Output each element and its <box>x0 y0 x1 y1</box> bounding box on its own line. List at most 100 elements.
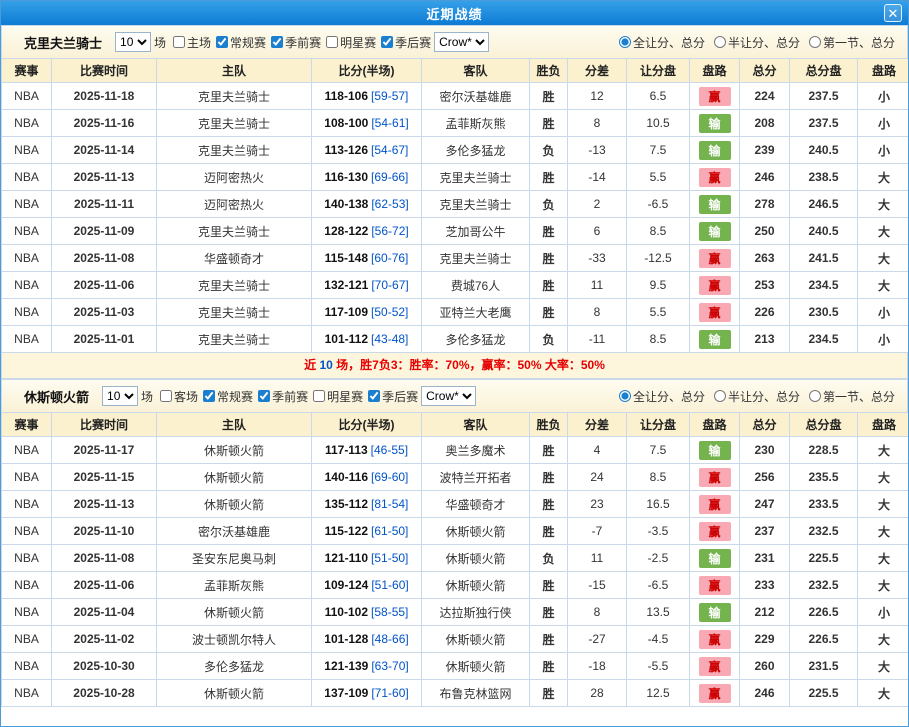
column-header: 让分盘 <box>627 413 690 437</box>
checkbox-input[interactable] <box>258 390 270 402</box>
cell-total-line: 246.5 <box>790 191 858 218</box>
radio-input[interactable] <box>809 36 821 48</box>
checkbox-input[interactable] <box>271 36 283 48</box>
cell-date: 2025-11-15 <box>52 464 157 491</box>
cell-away-team: 克里夫兰骑士 <box>422 164 530 191</box>
cell-result: 胜 <box>530 653 568 680</box>
filter-checkboxes: 客场 常规赛 季前赛 明星赛 季后赛 <box>155 388 418 405</box>
checkbox-label: 常规赛 <box>217 388 253 405</box>
game-row: NBA 2025-11-14 克里夫兰骑士 113-126[54-67] 多伦多… <box>2 137 909 164</box>
radio-label: 第一节、总分 <box>823 388 895 405</box>
checkbox-input[interactable] <box>381 36 393 48</box>
game-row: NBA 2025-11-16 克里夫兰骑士 108-100[54-61] 孟菲斯… <box>2 110 909 137</box>
cell-score: 117-109[50-52] <box>312 299 422 326</box>
cell-over-under: 小 <box>858 299 909 326</box>
filter-radios: 全让分、总分 半让分、总分 第一节、总分 <box>619 34 895 51</box>
filter-checkbox[interactable]: 季后赛 <box>381 34 431 51</box>
cell-total-points: 263 <box>740 245 790 272</box>
cell-result: 负 <box>530 326 568 353</box>
filter-radio[interactable]: 半让分、总分 <box>714 388 800 405</box>
checkbox-input[interactable] <box>203 390 215 402</box>
cell-handicap-line: 9.5 <box>627 272 690 299</box>
cell-away-team: 休斯顿火箭 <box>422 545 530 572</box>
filter-radio[interactable]: 第一节、总分 <box>809 34 895 51</box>
cell-handicap-line: 8.5 <box>627 464 690 491</box>
checkbox-input[interactable] <box>173 36 185 48</box>
checkbox-input[interactable] <box>326 36 338 48</box>
score-text: 118-106 <box>325 89 368 103</box>
score-text: 121-139 <box>324 659 368 673</box>
handicap-result-badge: 输 <box>699 549 731 568</box>
radio-input[interactable] <box>809 390 821 402</box>
cell-over-under: 小 <box>858 110 909 137</box>
filter-checkbox[interactable]: 明星赛 <box>313 388 363 405</box>
column-header: 比分(半场) <box>312 59 422 83</box>
filter-checkbox[interactable]: 季后赛 <box>368 388 418 405</box>
radio-input[interactable] <box>619 390 631 402</box>
cell-point-diff: -7 <box>568 518 627 545</box>
cell-handicap-result: 赢 <box>690 518 740 545</box>
odds-company-select[interactable]: Crow* <box>434 32 489 52</box>
radio-input[interactable] <box>714 36 726 48</box>
cell-date: 2025-11-11 <box>52 191 157 218</box>
cell-away-team: 克里夫兰骑士 <box>422 245 530 272</box>
cell-total-points: 256 <box>740 464 790 491</box>
filter-checkbox[interactable]: 客场 <box>160 388 198 405</box>
games-count-select[interactable]: 10 <box>102 386 138 406</box>
cell-away-team: 费城76人 <box>422 272 530 299</box>
cell-over-under: 大 <box>858 572 909 599</box>
cell-home-team: 休斯顿火箭 <box>157 464 312 491</box>
cell-away-team: 亚特兰大老鹰 <box>422 299 530 326</box>
close-icon[interactable]: ✕ <box>884 4 902 22</box>
column-header: 盘路 <box>690 413 740 437</box>
filter-checkbox[interactable]: 主场 <box>173 34 211 51</box>
filter-radio[interactable]: 半让分、总分 <box>714 34 800 51</box>
cell-handicap-result: 输 <box>690 218 740 245</box>
radio-input[interactable] <box>619 36 631 48</box>
filter-checkbox[interactable]: 季前赛 <box>258 388 308 405</box>
filter-checkbox[interactable]: 明星赛 <box>326 34 376 51</box>
filter-radio[interactable]: 全让分、总分 <box>619 388 705 405</box>
cell-total-line: 226.5 <box>790 626 858 653</box>
cell-point-diff: 11 <box>568 545 627 572</box>
score-text: 128-122 <box>324 224 368 238</box>
games-count-select[interactable]: 10 <box>115 32 151 52</box>
cell-score: 117-113[46-55] <box>312 437 422 464</box>
cell-league: NBA <box>2 326 52 353</box>
cell-league: NBA <box>2 110 52 137</box>
half-score-text: [69-60] <box>371 470 408 484</box>
cell-result: 胜 <box>530 218 568 245</box>
filter-radio[interactable]: 第一节、总分 <box>809 388 895 405</box>
checkbox-input[interactable] <box>313 390 325 402</box>
cell-score: 116-130[69-66] <box>312 164 422 191</box>
cell-over-under: 大 <box>858 491 909 518</box>
odds-company-select[interactable]: Crow* <box>421 386 476 406</box>
handicap-result-badge: 赢 <box>699 495 731 514</box>
checkbox-input[interactable] <box>368 390 380 402</box>
cell-handicap-line: -5.5 <box>627 653 690 680</box>
column-header: 客队 <box>422 413 530 437</box>
filter-radio[interactable]: 全让分、总分 <box>619 34 705 51</box>
cell-away-team: 波特兰开拓者 <box>422 464 530 491</box>
checkbox-input[interactable] <box>216 36 228 48</box>
filter-checkbox[interactable]: 常规赛 <box>216 34 266 51</box>
cell-date: 2025-11-08 <box>52 245 157 272</box>
cell-total-line: 238.5 <box>790 164 858 191</box>
cell-total-line: 234.5 <box>790 326 858 353</box>
radio-input[interactable] <box>714 390 726 402</box>
game-row: NBA 2025-11-09 克里夫兰骑士 128-122[56-72] 芝加哥… <box>2 218 909 245</box>
filter-checkbox[interactable]: 常规赛 <box>203 388 253 405</box>
cell-result: 胜 <box>530 464 568 491</box>
game-row: NBA 2025-11-03 克里夫兰骑士 117-109[50-52] 亚特兰… <box>2 299 909 326</box>
recent-results-dialog: 近期战绩 ✕ 克里夫兰骑士 10 场 主场 常规赛 季前赛 明星赛 季后赛 Cr… <box>0 0 909 727</box>
cell-league: NBA <box>2 299 52 326</box>
half-score-text: [51-60] <box>371 578 408 592</box>
column-header: 主队 <box>157 413 312 437</box>
dialog-title: 近期战绩 <box>426 4 482 23</box>
team-section-cavaliers: 克里夫兰骑士 10 场 主场 常规赛 季前赛 明星赛 季后赛 Crow* 全让分… <box>1 25 908 379</box>
cell-total-line: 231.5 <box>790 653 858 680</box>
cell-home-team: 克里夫兰骑士 <box>157 137 312 164</box>
checkbox-input[interactable] <box>160 390 172 402</box>
filter-checkbox[interactable]: 季前赛 <box>271 34 321 51</box>
checkbox-label: 季后赛 <box>395 34 431 51</box>
